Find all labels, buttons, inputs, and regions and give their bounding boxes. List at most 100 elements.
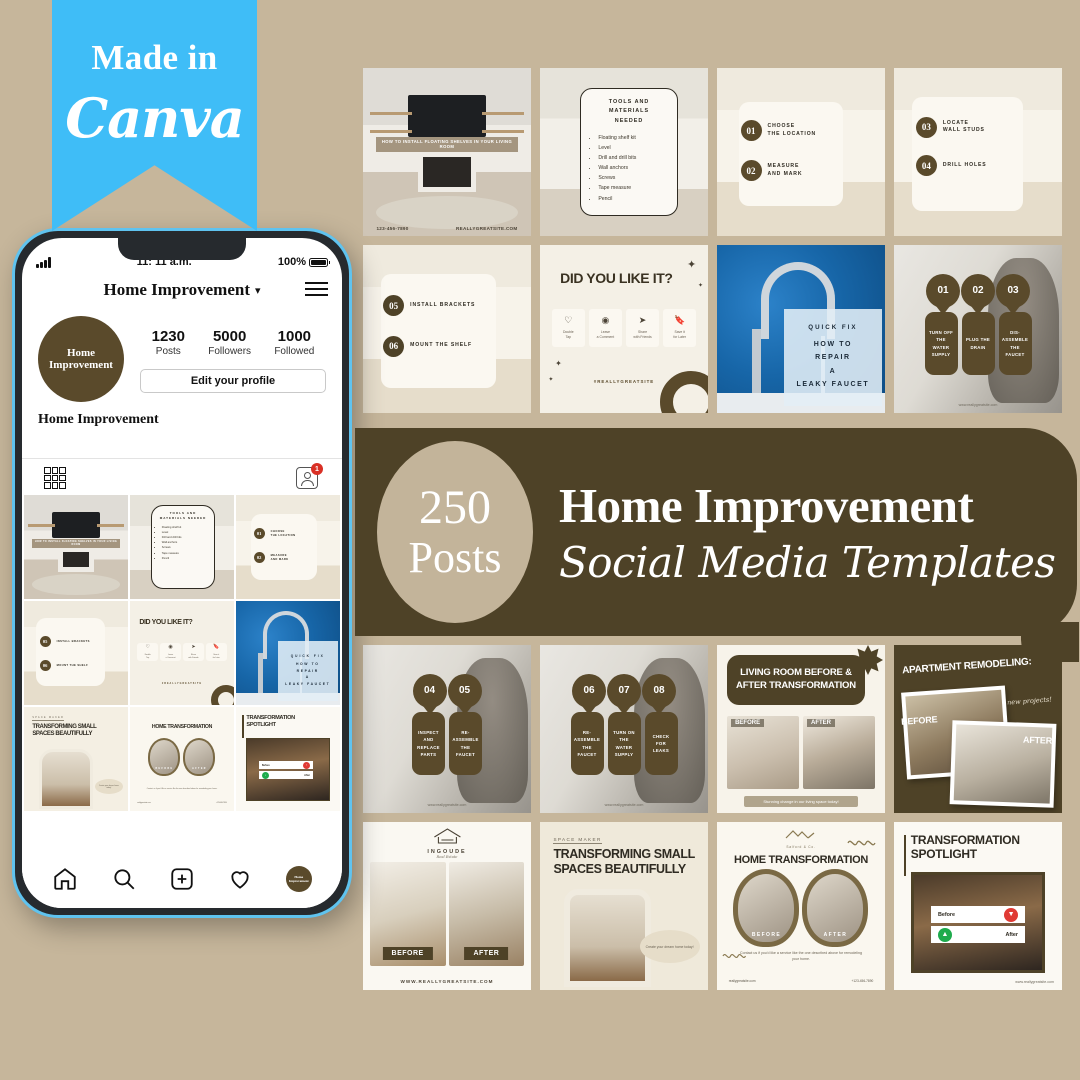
stat-followers[interactable]: 5000 Followers [208, 328, 251, 357]
grid-post-spotlight[interactable]: TRANSFORMATION SPOTLIGHT Before ↑ ↓ After [236, 707, 340, 811]
template-card-transformation-spotlight[interactable]: TRANSFORMATION SPOTLIGHT Before ▼ ▲ After… [894, 822, 1062, 990]
chevron-down-icon[interactable]: ▾ [255, 284, 261, 297]
template-card-faucet-steps-01-03[interactable]: 01 02 03 TURN OFF THE WATER SUPPLY PLUG THE… [894, 245, 1062, 413]
dyl-action-share[interactable]: ➤ Share with Friends [626, 308, 660, 347]
decorative-ring [660, 371, 708, 413]
faucet-headline: HOW TO REPAIR A LEAKY FAUCET [796, 340, 870, 388]
template-card-living-room-before-after[interactable]: LIVING ROOM BEFORE & AFTER TRANSFORMATION… [717, 645, 885, 813]
card-title: TRANSFORMATION SPOTLIGHT [910, 832, 1020, 861]
grid-post-steps-01-02[interactable]: 01 CHOOSE THE LOCATION 02 MEASURE AND MARK [236, 495, 340, 599]
profile-tab-bar: 1 [22, 458, 342, 495]
edit-profile-button[interactable]: Edit your profile [140, 369, 326, 393]
tools-item: Drill and drill bits [598, 153, 668, 163]
before-photo: BEFORE [727, 715, 799, 790]
dyl-action-double-tap[interactable]: ♡ Double Tap [551, 308, 585, 347]
battery-percent: 100% [277, 256, 306, 268]
card-website: www.reallygreatsite.com [1015, 980, 1054, 984]
template-card-steps-03-04[interactable]: 03 LOCATE WALL STUDS 04 DRILL HOLES [894, 68, 1062, 236]
template-card-steps-01-02[interactable]: 01 CHOOSE THE LOCATION 02 MEASURE AND MARK [717, 68, 885, 236]
pill-text: INSPECT AND REPLACE PARTS [412, 712, 445, 776]
template-card-tools-and-materials[interactable]: TOOLS AND MATERIALS NEEDED Floating shel… [540, 68, 708, 236]
template-card-apartment-remodeling[interactable]: APARTMENT REMODELING: new projects! BEFO… [894, 645, 1062, 813]
dyl-title: DID YOU LIKE IT? [560, 270, 673, 287]
card-phone: 123-456-7890 [376, 226, 409, 231]
step-number: 03 [915, 116, 937, 138]
after-label: AFTER [1022, 734, 1053, 746]
hamburger-icon[interactable] [305, 282, 328, 296]
dyl-title: DID YOU LIKE IT? [139, 618, 193, 626]
tag-number: 06 [572, 673, 606, 708]
bottom-navigation: Home Improvement [22, 856, 342, 908]
profile-avatar-icon[interactable]: Home Improvement [285, 866, 312, 892]
stat-label: Followers [208, 346, 252, 357]
grid-icon[interactable] [44, 467, 66, 489]
grid-post-leaky-faucet[interactable]: QUICK FIX HOW TO REPAIR A LEAKY FAUCET [236, 601, 340, 705]
step-text: CHOOSE THE LOCATION [270, 529, 296, 537]
profile-post-grid: HOW TO INSTALL FLOATING SHELVES IN YOUR … [22, 495, 342, 811]
tag-row: 06 07 08 [540, 673, 708, 708]
tag-number: 05 [447, 673, 482, 708]
template-card-floating-shelves-cover[interactable]: HOW TO INSTALL FLOATING SHELVES IN YOUR … [363, 68, 531, 236]
template-card-faucet-steps-04-05[interactable]: 04 05 INSPECT AND REPLACE PARTS RE- ASSEMBLE… [363, 645, 531, 813]
stat-followed[interactable]: 1000 Followed [274, 328, 314, 357]
before-label: BEFORE [382, 947, 433, 961]
grid-post-floating-shelves[interactable]: HOW TO INSTALL FLOATING SHELVES IN YOUR … [24, 495, 128, 599]
dyl-action-comment[interactable]: ◉ Leave a Comment [588, 308, 622, 347]
card-website: www.reallygreatsite.com [427, 803, 467, 807]
card-caption: Stunning change in our living space toda… [743, 796, 859, 807]
brand-logo: Salford & Co. [784, 827, 818, 849]
search-icon[interactable] [111, 866, 137, 892]
accent-bar [904, 835, 907, 876]
dyl-action-save[interactable]: 🔖 Save it for Later [663, 308, 697, 347]
home-icon[interactable] [52, 866, 78, 892]
template-card-transforming-small-spaces[interactable]: SPACE MAKER TRANSFORMING SMALL SPACES BEA… [540, 822, 708, 990]
template-card-steps-05-06[interactable]: 05 INSTALL BRACKETS 06 MOUNT THE SHELF [363, 245, 531, 413]
grid-post-did-you-like-it[interactable]: DID YOU LIKE IT? ♡ Double Tap ◉ Leave a Comm… [130, 601, 234, 705]
card-website: www.reallygreatsite.com [958, 403, 998, 407]
brand-logo: INGOUDE Real Estate [427, 828, 466, 859]
tag-number: 03 [996, 273, 1030, 308]
tag-row: 04 05 [363, 673, 531, 708]
grid-post-home-transformation[interactable]: HOME TRANSFORMATION BEFORE AFTER Contact… [130, 707, 234, 811]
card-note: Create your dream home today! [639, 930, 700, 964]
template-card-faucet-steps-06-08[interactable]: 06 07 08 RE- ASSEMBLE THE FAUCET TURN ON THE… [540, 645, 708, 813]
add-post-icon[interactable] [169, 866, 195, 892]
avatar[interactable]: Home Improvement [38, 316, 124, 402]
step-text: MOUNT THE SHELF [56, 663, 89, 667]
template-card-leaky-faucet-cover[interactable]: QUICK FIX HOW TO REPAIR A LEAKY FAUCET [717, 245, 885, 413]
template-card-did-you-like-it[interactable]: DID YOU LIKE IT? ✦ ✦ ✦ ✦ ♡ Double Tap ◉ L… [540, 245, 708, 413]
tools-title-line1: TOOLS AND MATERIALS [608, 99, 650, 115]
step-text: DRILL HOLES [942, 162, 987, 169]
after-polaroid: AFTER [949, 720, 1057, 809]
template-card-home-transformation[interactable]: Salford & Co. HOME TRANSFORMATION BEFORE… [717, 822, 885, 990]
ribbon-line1: Made in [91, 38, 218, 77]
before-photo: BEFORE [369, 862, 446, 967]
pill-text: CHECK FOR LEAKS [644, 712, 678, 776]
faucet-kicker: QUICK FIX [808, 323, 858, 331]
phone-mockup: 11: 11 a.m. 100% Home Improvement ▾ Home… [12, 228, 352, 918]
card-kicker: SPACE MAKER [553, 837, 602, 845]
post-count: 250 [419, 481, 491, 534]
tag-row: 01 02 03 [894, 273, 1062, 308]
profile-stats-column: 1230 Posts 5000 Followers 1000 Followed … [140, 316, 326, 402]
grid-post-small-spaces[interactable]: SPACE MAKER TRANSFORMING SMALL SPACES BEA… [24, 707, 128, 811]
share-icon: ➤ [638, 315, 647, 326]
pill-text: RE- ASSEMBLE THE FAUCET [449, 712, 482, 776]
signal-icon [36, 257, 51, 268]
grid-post-steps-05-06[interactable]: 05 INSTALL BRACKETS 06 MOUNT THE SHELF [24, 601, 128, 705]
tagged-icon[interactable]: 1 [296, 463, 323, 489]
step-number: 02 [740, 160, 762, 182]
template-grid-bottom: 04 05 INSPECT AND REPLACE PARTS RE- ASSEMBLE… [363, 645, 1065, 990]
app-header: Home Improvement ▾ [22, 272, 342, 310]
template-card-ingoude-before-after[interactable]: INGOUDE Real Estate BEFORE AFTER WWW.REA… [363, 822, 531, 990]
step-text: INSTALL BRACKETS [410, 302, 476, 309]
stat-posts[interactable]: 1230 Posts [152, 328, 185, 357]
thumbs-up-icon: ▲ [937, 927, 952, 942]
account-name[interactable]: Home Improvement [103, 280, 250, 300]
grid-post-tools[interactable]: TOOLS AND MATERIALS NEEDED Floating shel… [130, 495, 234, 599]
dyl-label: Leave a Comment [596, 330, 615, 340]
heart-icon[interactable] [227, 866, 253, 892]
step-number: 01 [253, 528, 265, 540]
step-number: 05 [383, 295, 405, 317]
before-photo: BEFORE [733, 869, 800, 948]
